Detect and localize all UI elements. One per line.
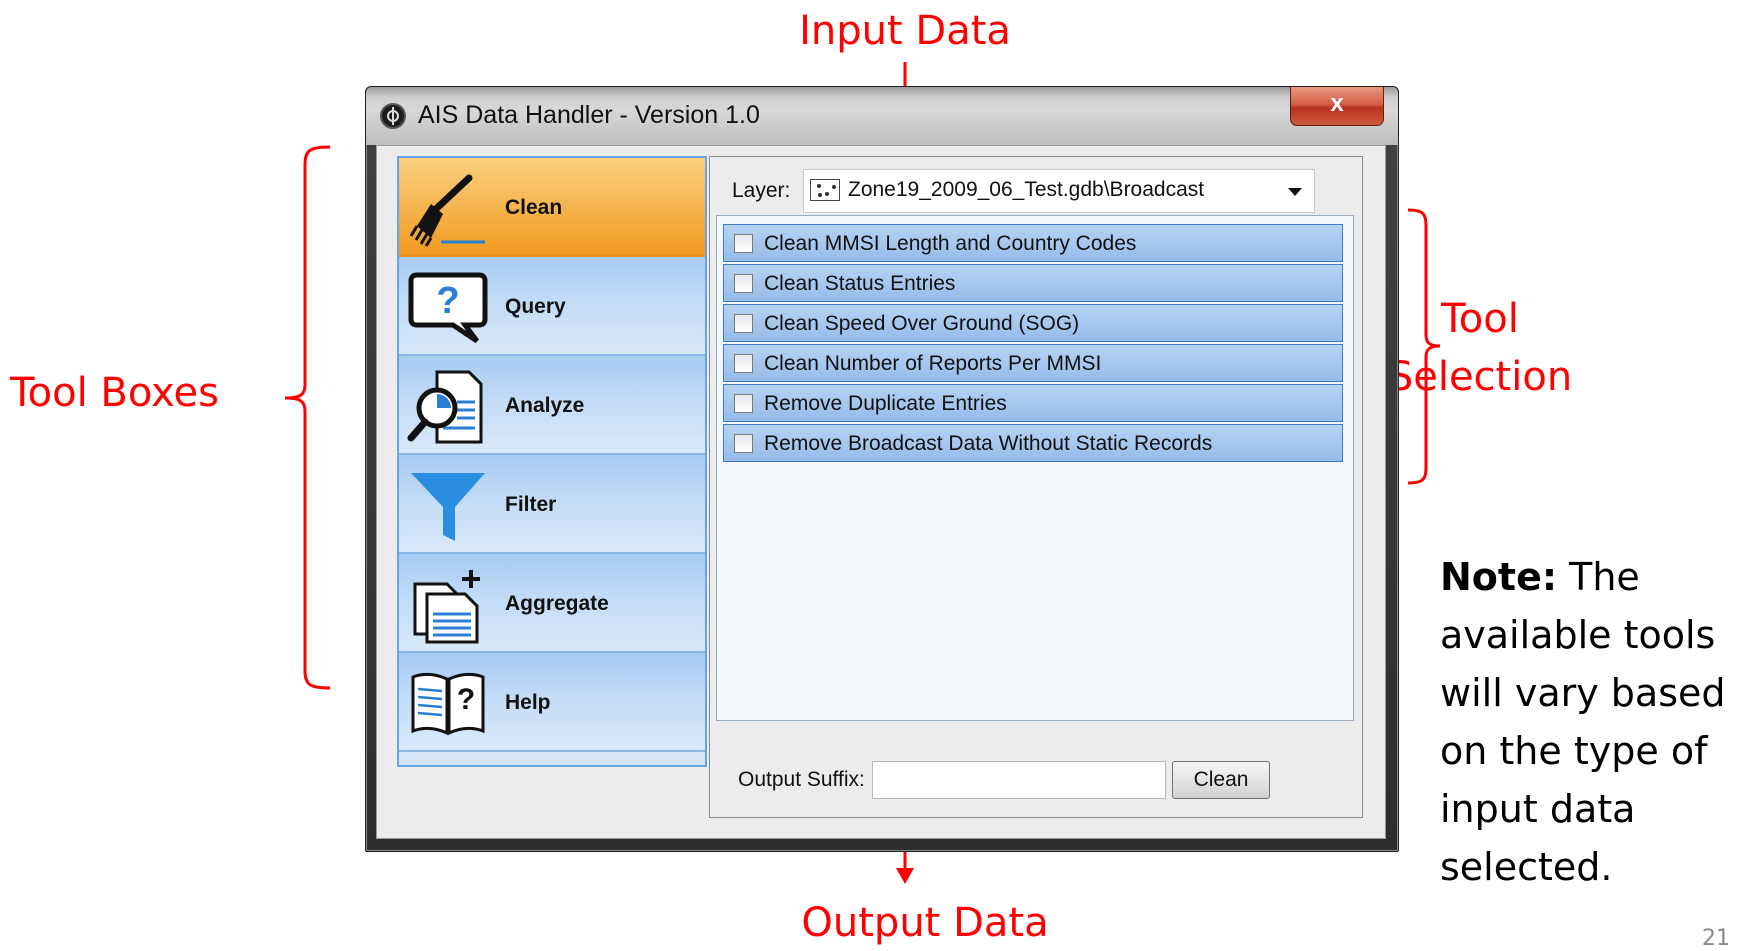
help-book-icon: ? bbox=[411, 672, 485, 736]
aggregate-documents-icon bbox=[413, 570, 480, 644]
magnifier-document-icon bbox=[407, 370, 483, 444]
window-title: AIS Data Handler - Version 1.0 bbox=[418, 101, 760, 129]
tool-checkbox[interactable] bbox=[734, 434, 753, 453]
layer-value: Zone19_2009_06_Test.gdb\Broadcast bbox=[848, 178, 1205, 201]
window-client-area: Clean ? Query Analyze Filter Aggregate ?… bbox=[376, 145, 1386, 839]
toolbox-filter[interactable]: Filter bbox=[399, 455, 705, 554]
svg-text:?: ? bbox=[457, 683, 475, 716]
broom-icon bbox=[409, 174, 485, 247]
output-data-annotation: Output Data bbox=[801, 900, 1049, 946]
tool-item[interactable]: Remove Duplicate Entries bbox=[723, 384, 1343, 422]
funnel-icon bbox=[411, 473, 485, 541]
tool-item[interactable]: Remove Broadcast Data Without Static Rec… bbox=[723, 424, 1343, 462]
tool-label: Clean Speed Over Ground (SOG) bbox=[764, 312, 1080, 335]
tool-checkbox[interactable] bbox=[734, 234, 753, 253]
input-data-annotation: Input Data bbox=[799, 8, 1011, 54]
tool-label: Clean Number of Reports Per MMSI bbox=[764, 352, 1102, 375]
tool-panel: Layer: Zone19_2009_06_Test.gdb\Broadcast… bbox=[709, 156, 1363, 818]
tool-checkbox[interactable] bbox=[734, 394, 753, 413]
toolbox-query[interactable]: ? Query bbox=[399, 257, 705, 356]
point-layer-icon bbox=[810, 179, 840, 201]
compass-app-icon bbox=[380, 103, 406, 129]
svg-text:?: ? bbox=[436, 280, 459, 322]
tool-label: Remove Duplicate Entries bbox=[764, 392, 1007, 415]
note-bold: Note: bbox=[1440, 555, 1558, 599]
tool-checkbox[interactable] bbox=[734, 314, 753, 333]
toolbox-label: Filter bbox=[505, 493, 557, 516]
tool-item[interactable]: Clean Status Entries bbox=[723, 264, 1343, 302]
page-number: 21 bbox=[1702, 926, 1730, 951]
note-text: The available tools will vary based on t… bbox=[1440, 555, 1726, 889]
tool-item[interactable]: Clean Number of Reports Per MMSI bbox=[723, 344, 1343, 382]
toolbox-aggregate[interactable]: Aggregate bbox=[399, 554, 705, 653]
tool-checkbox[interactable] bbox=[734, 354, 753, 373]
toolbox-help[interactable]: ? Help bbox=[399, 653, 705, 752]
close-button[interactable]: x bbox=[1290, 87, 1384, 126]
toolbox-label: Aggregate bbox=[505, 592, 609, 615]
clean-button[interactable]: Clean bbox=[1172, 761, 1270, 799]
question-bubble-icon: ? bbox=[408, 272, 488, 344]
tool-checkbox[interactable] bbox=[734, 274, 753, 293]
note-annotation: Note: The available tools will vary base… bbox=[1440, 548, 1740, 896]
toolbox-label: Analyze bbox=[505, 394, 585, 417]
tool-selection-list: Clean MMSI Length and Country Codes Clea… bbox=[716, 215, 1354, 721]
tool-item[interactable]: Clean Speed Over Ground (SOG) bbox=[723, 304, 1343, 342]
output-suffix-input[interactable] bbox=[872, 761, 1166, 799]
tool-box-sidebar: Clean ? Query Analyze Filter Aggregate ?… bbox=[397, 156, 707, 767]
tool-label: Clean MMSI Length and Country Codes bbox=[764, 232, 1137, 255]
dropdown-arrow-icon[interactable] bbox=[1288, 188, 1302, 196]
tool-label: Clean Status Entries bbox=[764, 272, 956, 295]
tool-boxes-annotation: Tool Boxes bbox=[10, 370, 219, 416]
toolbox-label: Help bbox=[505, 691, 551, 714]
toolbox-label: Query bbox=[505, 295, 566, 318]
title-bar[interactable]: AIS Data Handler - Version 1.0 x bbox=[366, 87, 1398, 145]
output-suffix-label: Output Suffix: bbox=[738, 768, 865, 791]
toolbox-label: Clean bbox=[505, 196, 563, 219]
tool-label: Remove Broadcast Data Without Static Rec… bbox=[764, 432, 1213, 455]
layer-label: Layer: bbox=[732, 179, 791, 202]
app-window: AIS Data Handler - Version 1.0 x Clean ? bbox=[365, 86, 1399, 852]
tool-item[interactable]: Clean MMSI Length and Country Codes bbox=[723, 224, 1343, 262]
toolbox-clean[interactable]: Clean bbox=[399, 158, 705, 257]
layer-dropdown[interactable]: Zone19_2009_06_Test.gdb\Broadcast bbox=[803, 169, 1315, 213]
toolbox-analyze[interactable]: Analyze bbox=[399, 356, 705, 455]
